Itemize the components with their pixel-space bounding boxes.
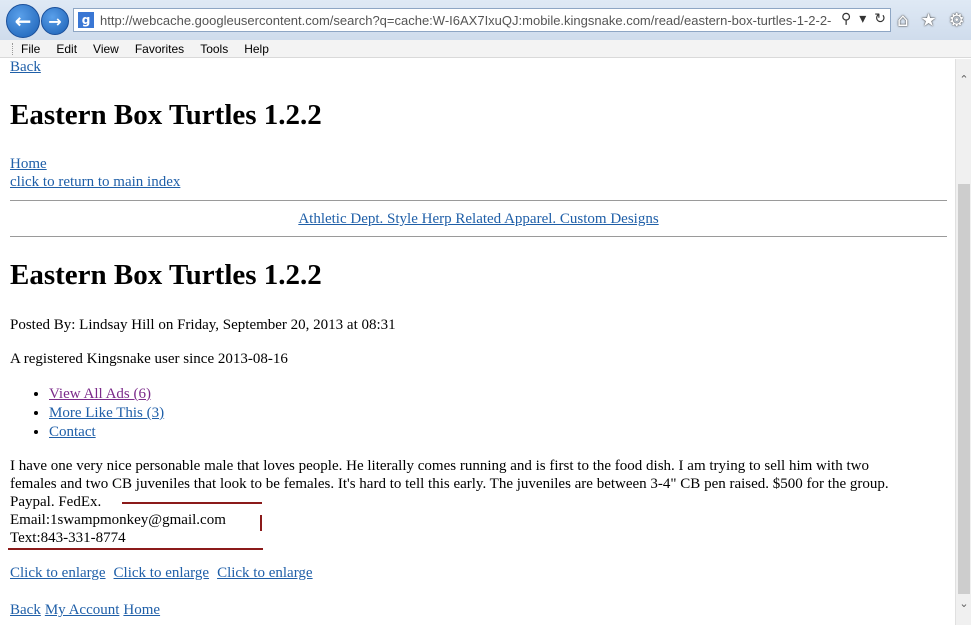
bottom-home-link[interactable]: Home bbox=[123, 602, 160, 619]
page-title: Eastern Box Turtles 1.2.2 bbox=[10, 99, 322, 131]
scroll-up-icon[interactable]: ⌃ bbox=[956, 73, 971, 91]
email-line: Email:1swampmonkey@gmail.com bbox=[10, 512, 226, 528]
divider-bottom bbox=[10, 236, 947, 237]
list-item: View All Ads (6) bbox=[49, 385, 164, 404]
address-bar[interactable]: g http://webcache.googleusercontent.com/… bbox=[73, 8, 891, 32]
list-item: More Like This (3) bbox=[49, 404, 164, 423]
scroll-down-icon[interactable]: ⌄ bbox=[956, 597, 971, 615]
list-item: Contact bbox=[49, 423, 164, 442]
menu-favorites[interactable]: Favorites bbox=[135, 42, 184, 56]
menu-tools[interactable]: Tools bbox=[200, 42, 228, 56]
enlarge-link-3[interactable]: Click to enlarge bbox=[217, 565, 313, 582]
my-account-link[interactable]: My Account bbox=[45, 602, 120, 619]
main-index-link[interactable]: click to return to main index bbox=[10, 174, 180, 191]
annotation-bracket bbox=[260, 515, 262, 531]
apparel-link[interactable]: Athletic Dept. Style Herp Related Appare… bbox=[298, 211, 658, 227]
menu-bar: File Edit View Favorites Tools Help bbox=[0, 40, 971, 58]
favicon-icon: g bbox=[78, 12, 94, 28]
star-icon[interactable]: ★ bbox=[920, 10, 936, 31]
annotation-underline-bottom bbox=[8, 548, 263, 550]
phone-line: Text:843-331-8774 bbox=[10, 530, 126, 546]
menu-help[interactable]: Help bbox=[244, 42, 269, 56]
view-all-ads-link[interactable]: View All Ads (6) bbox=[49, 386, 151, 402]
apparel-banner: Athletic Dept. Style Herp Related Appare… bbox=[10, 211, 947, 228]
forward-arrow-icon[interactable]: → bbox=[41, 7, 69, 35]
back-link[interactable]: Back bbox=[10, 59, 41, 76]
browser-toolbar: ← → g http://webcache.googleusercontent.… bbox=[0, 0, 971, 40]
home-icon[interactable]: ⌂ bbox=[897, 10, 908, 31]
bottom-nav: Back My Account Home bbox=[10, 602, 160, 619]
menu-file[interactable]: File bbox=[21, 42, 40, 56]
scrollbar-thumb[interactable] bbox=[958, 184, 970, 594]
ad-links-list: View All Ads (6) More Like This (3) Cont… bbox=[34, 385, 164, 442]
divider-top bbox=[10, 200, 947, 201]
ad-heading: Eastern Box Turtles 1.2.2 bbox=[10, 259, 322, 291]
enlarge-link-1[interactable]: Click to enlarge bbox=[10, 565, 106, 582]
address-bar-icons: ⚲ ▾ ↻ bbox=[841, 11, 886, 27]
description-line: I have one very nice personable male tha… bbox=[10, 458, 869, 474]
more-like-this-link[interactable]: More Like This (3) bbox=[49, 405, 164, 421]
page-content: Back Eastern Box Turtles 1.2.2 Home clic… bbox=[0, 59, 955, 625]
contact-link[interactable]: Contact bbox=[49, 424, 96, 440]
dropdown-arrow-icon[interactable]: ▾ bbox=[859, 11, 866, 27]
vertical-scrollbar[interactable]: ⌃ ⌄ bbox=[955, 59, 971, 625]
url-text[interactable]: http://webcache.googleusercontent.com/se… bbox=[100, 13, 832, 28]
bottom-back-link[interactable]: Back bbox=[10, 602, 41, 619]
enlarge-links: Click to enlarge Click to enlarge Click … bbox=[10, 565, 313, 582]
search-icon[interactable]: ⚲ bbox=[841, 11, 851, 27]
refresh-icon[interactable]: ↻ bbox=[874, 11, 886, 27]
annotation-underline-top bbox=[122, 502, 262, 504]
browser-right-icons: ⌂ ★ ⚙ bbox=[897, 10, 965, 31]
posted-by-text: Posted By: Lindsay Hill on Friday, Septe… bbox=[10, 317, 396, 333]
enlarge-link-2[interactable]: Click to enlarge bbox=[114, 565, 210, 582]
menu-edit[interactable]: Edit bbox=[56, 42, 77, 56]
home-link[interactable]: Home bbox=[10, 156, 47, 173]
description-line: females and two CB juveniles that look t… bbox=[10, 476, 889, 492]
menu-grip bbox=[12, 42, 15, 55]
menu-view[interactable]: View bbox=[93, 42, 119, 56]
gear-icon[interactable]: ⚙ bbox=[949, 10, 965, 31]
back-arrow-icon[interactable]: ← bbox=[6, 4, 40, 38]
registered-since-text: A registered Kingsnake user since 2013-0… bbox=[10, 351, 288, 367]
